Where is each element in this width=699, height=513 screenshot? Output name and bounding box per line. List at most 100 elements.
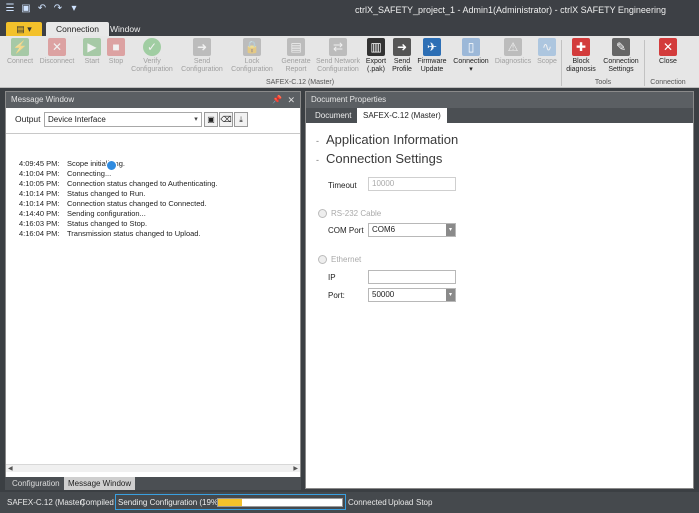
ip-field[interactable]: [368, 270, 456, 284]
wrench-icon: ✎: [612, 38, 630, 56]
scroll-left-icon[interactable]: ◀: [8, 465, 13, 472]
clear-log-button[interactable]: ⌫: [219, 112, 233, 127]
unplug-icon: ✕: [48, 38, 66, 56]
diagnostics-button[interactable]: ⚠ Diagnostics: [493, 38, 533, 66]
com-port-select[interactable]: COM6 ▾: [368, 223, 456, 237]
close-icon[interactable]: ✕: [287, 92, 295, 108]
stop-button[interactable]: ■ Stop: [105, 38, 127, 66]
busy-cursor-icon: [106, 160, 117, 171]
tab-document[interactable]: Document: [309, 108, 357, 123]
quick-access-toolbar: ☰ ▣ ↶ ↷ ▾: [4, 3, 80, 15]
block-diagnosis-button[interactable]: ✚ Block diagnosis: [563, 38, 599, 74]
panel-title: Message Window: [11, 95, 75, 104]
ribbon-tab-bar: ▤ ▾ Connection Window: [0, 21, 699, 36]
ribbon-group-label: Connection: [650, 79, 686, 86]
log-line: 4:10:05 PM: Connection status changed to …: [19, 179, 218, 188]
app-menu-icon[interactable]: ☰: [4, 3, 16, 15]
export-pak-button[interactable]: ▥ Export (.pak): [364, 38, 388, 74]
chevron-down-icon: ▾: [446, 224, 455, 236]
connection-settings-button[interactable]: ✎ Connection Settings: [600, 38, 642, 74]
scroll-right-icon[interactable]: ▶: [293, 465, 298, 472]
report-icon: ▤: [287, 38, 305, 56]
sending-progress: Sending Configuration (19%): [115, 494, 346, 510]
output-select[interactable]: Device Interface ▾: [44, 112, 202, 127]
tab-window[interactable]: Window: [100, 22, 150, 36]
log-line: 4:10:14 PM: Status changed to Run.: [19, 189, 146, 198]
status-bar: SAFEX-C.12 (Master) Compiled Sending Con…: [0, 492, 699, 513]
disconnect-button[interactable]: ✕ Disconnect: [38, 38, 76, 66]
close-icon: ✕: [659, 38, 677, 56]
save-icon: ▣: [207, 115, 215, 124]
connection-dropdown-button[interactable]: ▯ Connection ▾: [450, 38, 492, 74]
com-port-label: COM Port: [328, 226, 364, 235]
download-log-button[interactable]: ⤓: [234, 112, 248, 127]
diagnostics-icon: ⚠: [504, 38, 522, 56]
ethernet-radio[interactable]: [318, 255, 327, 264]
section-application-information[interactable]: - Application Information: [316, 132, 458, 147]
title-bar: ☰ ▣ ↶ ↷ ▾ ctrlX_SAFETY_project_1 - Admin…: [0, 0, 699, 21]
send-profile-button[interactable]: ➜ Send Profile: [390, 38, 414, 74]
send-network-configuration-button[interactable]: ⇄ Send Network Configuration: [314, 38, 362, 74]
check-circle-icon: ✓: [143, 38, 161, 56]
ribbon-separator: [644, 40, 645, 86]
section-connection-settings[interactable]: - Connection Settings: [316, 151, 442, 166]
bottom-tab-bar: Configuration Message Window: [5, 477, 301, 490]
save-icon[interactable]: ▣: [20, 3, 32, 15]
output-select-value: Device Interface: [48, 115, 106, 124]
rs232-radio[interactable]: [318, 209, 327, 218]
window-title: ctrlX_SAFETY_project_1 - Admin1(Administ…: [355, 5, 666, 15]
stop-icon: ■: [107, 38, 125, 56]
status-upload: Upload: [388, 498, 414, 507]
rs232-label: RS-232 Cable: [331, 209, 382, 218]
save-log-button[interactable]: ▣: [204, 112, 218, 127]
panel-header: Document Properties: [306, 92, 693, 108]
message-log: 4:09:45 PM: Scope initializing. 4:10:04 P…: [6, 133, 300, 464]
tab-device[interactable]: SAFEX-C.12 (Master): [357, 108, 447, 123]
firmware-update-button[interactable]: ✈ Firmware Update: [416, 38, 448, 74]
chevron-down-icon: ▾: [446, 289, 455, 301]
collapse-icon: -: [316, 155, 319, 165]
file-menu-button[interactable]: ▤ ▾: [6, 22, 42, 36]
undo-icon[interactable]: ↶: [36, 3, 48, 15]
send-configuration-button[interactable]: ➜ Send Configuration: [178, 38, 226, 74]
port-select[interactable]: 50000 ▾: [368, 288, 456, 302]
start-button[interactable]: ▶ Start: [80, 38, 104, 66]
log-line: 4:14:40 PM: Sending configuration...: [19, 209, 146, 218]
log-line: 4:10:04 PM: Connecting...: [19, 169, 112, 178]
log-line: 4:16:03 PM: Status changed to Stop.: [19, 219, 148, 228]
network-icon: ⇄: [329, 38, 347, 56]
chevron-down-icon: ▾: [469, 66, 473, 73]
verify-configuration-button[interactable]: ✓ Verify Configuration: [130, 38, 174, 74]
barcode-icon: ▥: [367, 38, 385, 56]
redo-icon[interactable]: ↷: [52, 3, 64, 15]
status-connected: Connected: [348, 498, 387, 507]
tab-message-window[interactable]: Message Window: [64, 477, 136, 490]
port-label: Port:: [328, 291, 345, 300]
scope-icon: ∿: [538, 38, 556, 56]
pin-icon[interactable]: 📌: [272, 92, 282, 108]
ribbon: ⚡ Connect ✕ Disconnect ▶ Start ■ Stop ✓ Verif…: [0, 36, 699, 88]
send-profile-icon: ➜: [393, 38, 411, 56]
horizontal-scrollbar[interactable]: ◀ ▶: [6, 464, 300, 472]
close-connection-button[interactable]: ✕ Close: [648, 38, 688, 66]
ethernet-label: Ethernet: [331, 255, 362, 264]
tab-configuration[interactable]: Configuration: [8, 477, 64, 490]
sending-label: Sending Configuration (19%): [118, 498, 221, 507]
firmware-icon: ✈: [423, 38, 441, 56]
document-tab-bar: Document SAFEX-C.12 (Master): [306, 108, 693, 123]
ribbon-group-label: Tools: [594, 79, 612, 86]
customize-icon[interactable]: ▾: [68, 3, 80, 15]
ip-label: IP: [328, 273, 336, 282]
send-icon: ➜: [193, 38, 211, 56]
panel-title: Document Properties: [311, 95, 387, 104]
lock-configuration-button[interactable]: 🔒 Lock Configuration: [228, 38, 276, 74]
connect-button[interactable]: ⚡ Connect: [6, 38, 34, 66]
clear-icon: ⌫: [220, 115, 232, 124]
timeout-field[interactable]: 10000: [368, 177, 456, 191]
scope-button[interactable]: ∿ Scope: [534, 38, 560, 66]
generate-report-button[interactable]: ▤ Generate Report: [279, 38, 313, 74]
log-line: 4:16:04 PM: Transmission status changed t…: [19, 229, 201, 238]
panel-header: Message Window 📌 ✕: [6, 92, 300, 108]
status-stop: Stop: [416, 498, 433, 507]
app-window: ☰ ▣ ↶ ↷ ▾ ctrlX_SAFETY_project_1 - Admin…: [0, 0, 699, 513]
